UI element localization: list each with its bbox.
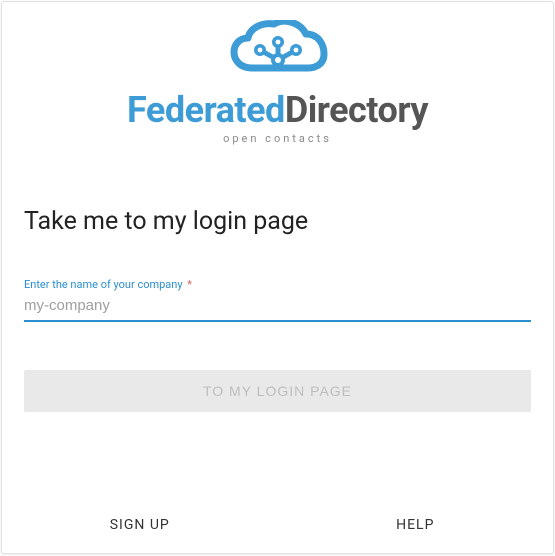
main-content: Take me to my login page Enter the name … (2, 207, 553, 412)
signup-link[interactable]: SIGN UP (2, 517, 278, 533)
to-login-page-button[interactable]: TO MY LOGIN PAGE (24, 370, 531, 412)
brand-word-federated: Federated (127, 89, 285, 131)
login-card: FederatedDirectory open contacts Take me… (1, 1, 554, 554)
help-link[interactable]: HELP (278, 517, 554, 533)
cloud-network-icon (228, 20, 328, 86)
company-input[interactable] (24, 293, 531, 322)
company-field-label: Enter the name of your company * (24, 278, 531, 291)
company-label-text: Enter the name of your company (24, 278, 183, 291)
brand-word-directory: Directory (285, 89, 428, 131)
footer-links: SIGN UP HELP (2, 517, 553, 533)
page-title: Take me to my login page (24, 207, 531, 236)
brand-header: FederatedDirectory open contacts (2, 2, 553, 145)
brand-tagline: open contacts (2, 132, 553, 145)
required-asterisk: * (187, 278, 192, 291)
brand-wordmark: FederatedDirectory (2, 92, 553, 128)
